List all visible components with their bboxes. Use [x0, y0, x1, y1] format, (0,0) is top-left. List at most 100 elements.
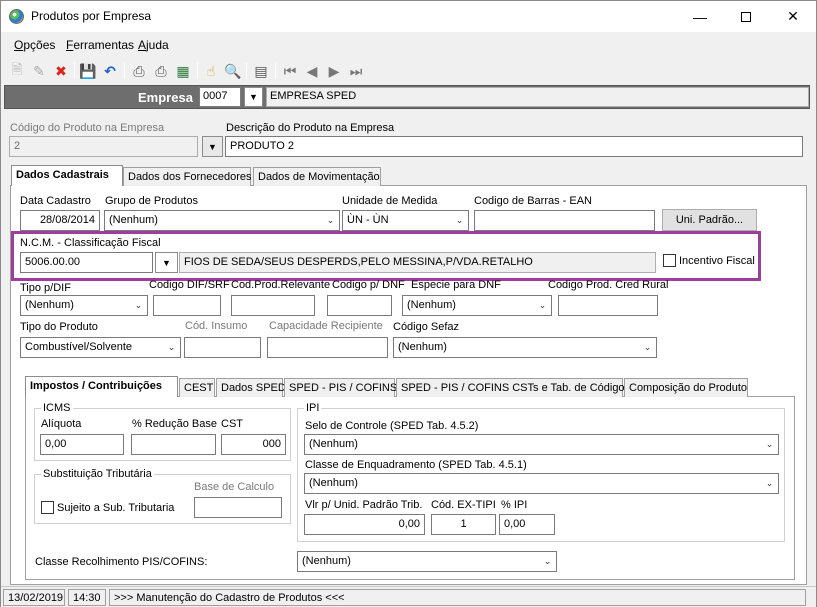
tab-dados-cadastrais[interactable]: Dados Cadastrais: [11, 165, 123, 186]
chevron-down-icon: ⌄: [538, 300, 547, 310]
empresa-dropdown-button[interactable]: ▼: [244, 87, 263, 107]
tab-composicao[interactable]: Composição do Produto: [624, 378, 748, 397]
tab-impostos[interactable]: Impostos / Contribuições: [25, 376, 178, 397]
tab-sped-pis-cofins-csts[interactable]: SPED - PIS / COFINS CSTs e Tab. de Códig…: [396, 378, 630, 397]
status-date: 13/02/2019: [3, 589, 65, 606]
ipi-group-title: IPI: [304, 402, 322, 414]
codigo-produto-field[interactable]: 2: [9, 136, 198, 157]
data-cadastro-label: Data Cadastro: [20, 195, 91, 207]
tab-sped-pis-cofins[interactable]: SPED - PIS / COFINS: [284, 378, 397, 397]
tab-dados-sped[interactable]: Dados SPED: [216, 378, 286, 397]
sefaz-select[interactable]: (Nenhum) ⌄: [393, 337, 657, 358]
cod-insumo-field[interactable]: [184, 337, 261, 358]
print-preview-icon[interactable]: ⎙: [152, 62, 170, 80]
grupo-produtos-select[interactable]: (Nenhum) ⌄: [104, 210, 340, 231]
last-record-icon[interactable]: ⏭: [347, 62, 365, 80]
sefaz-label: Código Sefaz: [393, 321, 460, 333]
ean-field[interactable]: [474, 210, 655, 231]
empresa-label: Empresa: [138, 90, 193, 105]
capacidade-label: Capacidade Recipiente: [269, 320, 383, 332]
menu-opcoes[interactable]: Opções: [14, 38, 55, 52]
minimize-button[interactable]: —: [677, 1, 723, 32]
main-window: Produtos por Empresa — ✕ Opções Ferramen…: [0, 0, 817, 607]
vlr-unid-label: Vlr p/ Unid. Padrão Trib.: [305, 499, 423, 511]
settings-icon[interactable]: ▤: [252, 62, 270, 80]
classe-enquadramento-select[interactable]: (Nenhum) ⌄: [304, 473, 779, 494]
classe-enquadramento-label: Classe de Enquadramento (SPED Tab. 4.5.1…: [305, 459, 527, 471]
ncm-dropdown-button[interactable]: ▼: [155, 252, 178, 273]
chevron-down-icon: ⌄: [543, 556, 552, 566]
tab-dados-fornecedores[interactable]: Dados dos Fornecedores: [123, 167, 252, 186]
ex-tipi-field[interactable]: 1: [431, 514, 496, 535]
tab-cest[interactable]: CEST: [179, 378, 215, 397]
pis-cofins-select[interactable]: (Nenhum) ⌄: [297, 551, 557, 572]
chevron-down-icon: ⌄: [326, 215, 335, 225]
cst-field[interactable]: 000: [221, 434, 286, 455]
tipo-dif-label: Tipo p/DIF: [20, 282, 71, 294]
toolbar-separator: [74, 63, 75, 79]
menu-ferramentas[interactable]: Ferramentas: [66, 38, 134, 52]
unidade-medida-select[interactable]: ÙN - ÙN ⌄: [342, 210, 469, 231]
sujeito-sub-label: Sujeito a Sub. Tributaria: [57, 502, 175, 514]
export-icon[interactable]: ▦: [174, 62, 192, 80]
tab-dados-movimentacao[interactable]: Dados de Movimentação: [253, 167, 381, 186]
status-time: 14:30: [68, 589, 106, 606]
tipo-dif-select[interactable]: (Nenhum) ⌄: [20, 295, 148, 316]
ncm-code-field[interactable]: 5006.00.00: [20, 252, 153, 273]
descricao-produto-label: Descrição do Produto na Empresa: [226, 122, 395, 134]
previous-record-icon[interactable]: ◀: [303, 62, 321, 80]
edit-pencil-icon[interactable]: ✎: [30, 62, 48, 80]
codigo-produto-label: Código do Produto na Empresa: [10, 122, 165, 134]
selo-controle-select[interactable]: (Nenhum) ⌄: [304, 434, 779, 455]
selo-controle-label: Selo de Controle (SPED Tab. 4.5.2): [305, 420, 479, 432]
tipo-produto-label: Tipo do Produto: [20, 321, 98, 333]
chevron-down-icon: ⌄: [134, 300, 143, 310]
cod-dif-field[interactable]: [153, 295, 221, 316]
cod-relevante-field[interactable]: [231, 295, 315, 316]
cod-dnf-label: Codigo p/ DNF: [332, 279, 405, 291]
cod-rural-label: Codigo Prod. Cred Rural: [548, 279, 669, 291]
grupo-produtos-label: Grupo de Produtos: [105, 195, 198, 207]
close-button[interactable]: ✕: [770, 1, 816, 32]
tipo-produto-select[interactable]: Combustível/Solvente ⌄: [20, 337, 181, 358]
subst-group-title: Substituição Tributária: [41, 468, 154, 480]
capacidade-field[interactable]: [267, 337, 388, 358]
base-calculo-field[interactable]: [194, 497, 282, 518]
descricao-produto-field[interactable]: PRODUTO 2: [225, 136, 803, 157]
print-icon[interactable]: ⎙: [130, 62, 148, 80]
chevron-down-icon: ⌄: [765, 478, 774, 488]
empresa-code-field[interactable]: 0007: [199, 87, 241, 107]
ean-label: Codigo de Barras - EAN: [474, 195, 592, 207]
menu-ajuda[interactable]: Ajuda: [138, 38, 169, 52]
next-record-icon[interactable]: ▶: [325, 62, 343, 80]
pct-ipi-label: % IPI: [501, 499, 528, 511]
chevron-down-icon: ▼: [249, 92, 258, 102]
toolbar-separator: [246, 63, 247, 79]
new-document-icon[interactable]: 🗎: [8, 61, 26, 80]
search-icon[interactable]: 🔍: [224, 62, 242, 80]
undo-icon[interactable]: ↶: [101, 62, 119, 80]
toolbar: 🗎 ✎ ✖ 💾 ↶ ⎙ ⎙ ▦ ☝ 🔍 ▤ ⏮ ◀ ▶ ⏭: [1, 58, 816, 84]
app-icon: [9, 9, 24, 24]
delete-x-icon[interactable]: ✖: [52, 62, 70, 80]
uni-padrao-button[interactable]: Uni. Padrão...: [662, 209, 757, 231]
data-cadastro-field[interactable]: 28/08/2014: [20, 210, 100, 231]
cod-dnf-field[interactable]: [327, 295, 392, 316]
vlr-unid-field[interactable]: 0,00: [304, 514, 425, 535]
save-icon[interactable]: 💾: [79, 62, 97, 80]
sujeito-sub-checkbox[interactable]: [41, 501, 54, 514]
pointer-hand-icon[interactable]: ☝: [202, 62, 220, 80]
status-message: >>> Manutenção do Cadastro de Produtos <…: [109, 589, 806, 606]
first-record-icon[interactable]: ⏮: [281, 62, 299, 80]
window-title: Produtos por Empresa: [31, 9, 152, 23]
codigo-produto-dropdown[interactable]: ▼: [202, 136, 223, 157]
especie-dnf-select[interactable]: (Nenhum) ⌄: [402, 295, 552, 316]
incentivo-fiscal-checkbox[interactable]: [663, 254, 676, 267]
reducao-base-field[interactable]: [131, 434, 216, 455]
status-bar: 13/02/2019 14:30 >>> Manutenção do Cadas…: [1, 586, 816, 607]
pis-cofins-label: Classe Recolhimento PIS/COFINS:: [35, 556, 208, 568]
cod-rural-field[interactable]: [558, 295, 658, 316]
maximize-button[interactable]: [723, 1, 769, 32]
pct-ipi-field[interactable]: 0,00: [499, 514, 555, 535]
aliquota-field[interactable]: 0,00: [40, 434, 124, 455]
